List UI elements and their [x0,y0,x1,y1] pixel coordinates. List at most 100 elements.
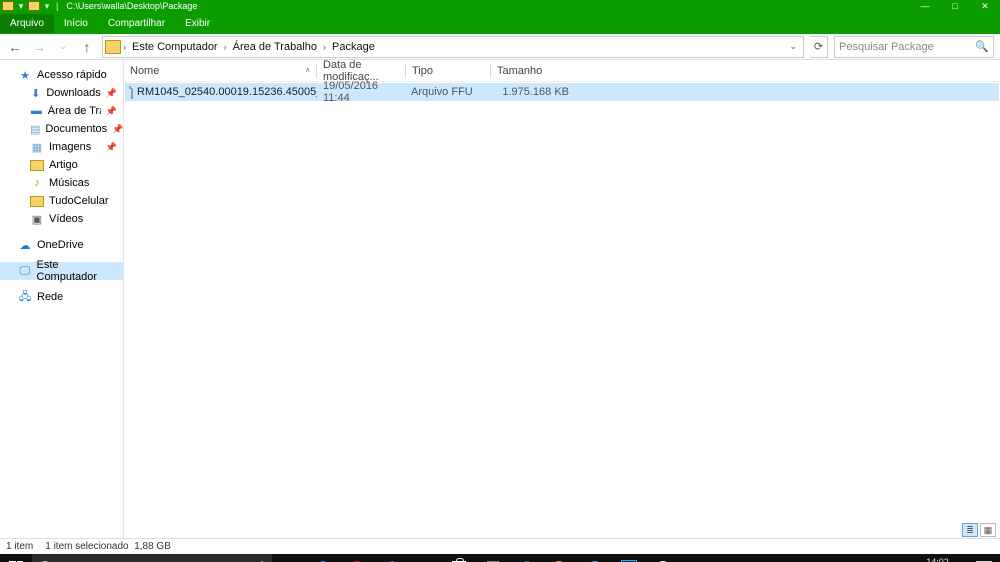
taskbar-explorer[interactable] [408,554,442,562]
breadcrumb[interactable]: › Este Computador › Área de Trabalho › P… [102,36,804,58]
refresh-button[interactable]: ⟳ [810,36,828,58]
history-dropdown-icon[interactable]: ⌄ [54,38,72,56]
status-selection-text: 1 item selecionado [45,541,128,552]
ribbon: Arquivo Início Compartilhar Exibir [0,12,1000,34]
address-bar: ← → ⌄ ↑ › Este Computador › Área de Trab… [0,34,1000,60]
sidebar-item-label: Artigo [49,159,78,171]
sidebar-item-downloads[interactable]: ⬇ Downloads 📌 [0,84,123,102]
column-header-type[interactable]: Tipo [406,65,490,77]
view-details-button[interactable]: ≣ [962,523,978,537]
column-label: Nome [130,65,159,77]
cortana-search-input[interactable]: Pergunte-me alguma coisa 🎤 [32,554,272,562]
sidebar-this-pc[interactable]: 🖵 Este Computador [0,262,123,280]
column-header-size[interactable]: Tamanho [491,65,577,77]
taskbar: Pergunte-me alguma coisa 🎤 🎨 ➤ Ps ✔ ˄ ᚼ … [0,554,1000,562]
folder-icon [30,196,44,207]
address-dropdown-icon[interactable]: ⌄ [785,41,801,52]
nav-pane: ★ Acesso rápido ⬇ Downloads 📌 ▬ Área de … [0,60,124,538]
close-button[interactable]: ✕ [970,0,1000,12]
status-selection: 1 item selecionado 1,88 GB [45,541,171,552]
back-button[interactable]: ← [6,38,24,56]
chevron-right-icon[interactable]: › [123,42,126,52]
status-selection-size: 1,88 GB [134,541,171,552]
search-icon[interactable]: 🔍 [975,40,989,53]
desktop-icon: ▬ [30,105,43,117]
file-icon [131,85,133,99]
taskbar-app-1[interactable] [510,554,544,562]
taskbar-app-2[interactable]: ✔ [646,554,680,562]
clock[interactable]: 14:02 08/07/2016 [911,557,964,562]
taskbar-telegram[interactable]: ➤ [578,554,612,562]
ribbon-tab-view[interactable]: Exibir [175,14,220,33]
taskbar-calculator[interactable] [476,554,510,562]
sidebar-label: Rede [37,291,63,303]
taskbar-photoshop[interactable]: Ps [612,554,646,562]
qat-dropdown-icon[interactable]: ▾ [17,1,25,11]
chevron-right-icon[interactable]: › [323,42,326,52]
pin-icon: 📌 [106,106,119,117]
ribbon-tab-share[interactable]: Compartilhar [98,14,175,33]
start-button[interactable] [0,554,32,562]
minimize-button[interactable]: — [910,0,940,12]
pin-icon: 📌 [106,142,119,153]
clock-time: 14:02 [915,557,960,562]
qat: ▾ ▾ | [2,1,60,11]
sidebar-item-artigo[interactable]: Artigo [0,156,123,174]
sidebar-label: Acesso rápido [37,69,107,81]
column-header-name[interactable]: Nome ˄ [124,65,316,77]
sidebar-item-desktop[interactable]: ▬ Área de Trabalho 📌 [0,102,123,120]
column-header-date[interactable]: Data de modificaç... [317,59,405,83]
task-view-button[interactable] [272,554,306,562]
status-bar: 1 item 1 item selecionado 1,88 GB [0,538,1000,554]
qat-overflow-icon[interactable]: ▾ [43,1,51,11]
sidebar-item-music[interactable]: ♪ Músicas [0,174,123,192]
file-cell-date: 19/05/2016 11:44 [317,80,405,104]
qat-folder-icon[interactable] [2,1,14,11]
chevron-right-icon[interactable]: › [224,42,227,52]
sidebar-item-label: Vídeos [49,213,83,225]
title-sep: | [54,1,60,11]
images-icon: ▦ [30,141,44,153]
search-placeholder: Pesquisar Package [839,41,975,53]
sidebar-item-images[interactable]: ▦ Imagens 📌 [0,138,123,156]
sidebar-item-documents[interactable]: ▤ Documentos 📌 [0,120,123,138]
column-headers: Nome ˄ Data de modificaç... Tipo Tamanho [124,60,1000,82]
sidebar-item-label: Imagens [49,141,91,153]
music-icon: ♪ [30,177,44,189]
taskbar-paint[interactable]: 🎨 [544,554,578,562]
sidebar-label: OneDrive [37,239,83,251]
folder-icon [30,160,44,171]
sidebar-onedrive[interactable]: ☁ OneDrive [0,236,123,254]
crumb-desktop[interactable]: Área de Trabalho [229,41,321,53]
download-icon: ⬇ [30,87,41,99]
sidebar-quick-access[interactable]: ★ Acesso rápido [0,66,123,84]
sort-asc-icon: ˄ [305,66,310,75]
ribbon-tab-home[interactable]: Início [54,14,98,33]
taskbar-edge[interactable] [306,554,340,562]
file-cell-name: RM1045_02540.00019.15236.45005_RETAIL... [125,85,317,99]
file-cell-size: 1.975.168 KB [489,86,575,98]
monitor-icon: 🖵 [18,265,32,277]
file-cell-type: Arquivo FFU [405,86,489,98]
up-button[interactable]: ↑ [78,38,96,56]
taskbar-firefox[interactable] [374,554,408,562]
qat-folder2-icon[interactable] [28,1,40,11]
taskbar-store[interactable] [442,554,476,562]
file-row[interactable]: RM1045_02540.00019.15236.45005_RETAIL...… [125,83,999,101]
sidebar-item-videos[interactable]: ▣ Vídeos [0,210,123,228]
maximize-button[interactable]: □ [940,0,970,12]
body: ★ Acesso rápido ⬇ Downloads 📌 ▬ Área de … [0,60,1000,538]
sidebar-item-label: Músicas [49,177,89,189]
title-bar: ▾ ▾ | C:\Users\walla\Desktop\Package — □… [0,0,1000,12]
sidebar-item-label: TudoCelular [49,195,109,207]
view-large-icons-button[interactable]: ▦ [980,523,996,537]
sidebar-network[interactable]: 🖧 Rede [0,288,123,306]
crumb-this-pc[interactable]: Este Computador [128,41,222,53]
taskbar-opera[interactable] [340,554,374,562]
search-input[interactable]: Pesquisar Package 🔍 [834,36,994,58]
ribbon-tab-file[interactable]: Arquivo [0,14,54,33]
crumb-package[interactable]: Package [328,41,379,53]
sidebar-item-tudocelular[interactable]: TudoCelular [0,192,123,210]
view-switcher: ≣ ▦ [124,522,1000,538]
forward-button[interactable]: → [30,38,48,56]
